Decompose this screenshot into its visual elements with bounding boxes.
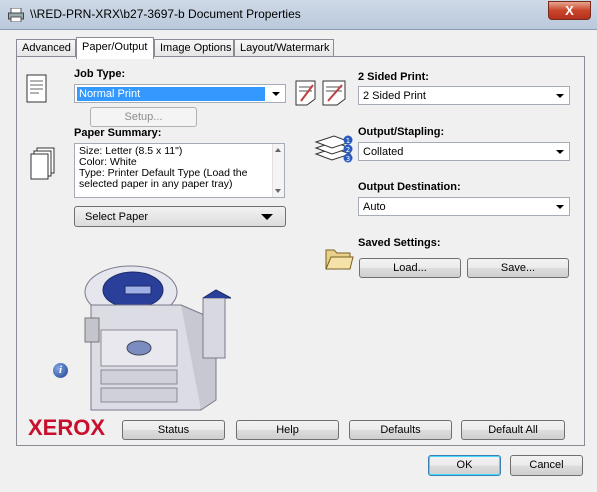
select-paper-label: Select Paper [85,211,148,223]
close-button[interactable]: X [548,1,591,20]
job-type-select[interactable]: Normal Print [74,84,286,103]
load-button[interactable]: Load... [359,258,461,278]
output-stapling-label: Output/Stapling: [358,126,445,138]
paper-summary-box: Size: Letter (8.5 x 11") Color: White Ty… [74,143,285,198]
paper-stack-icon [30,147,55,180]
setup-button[interactable]: Setup... [90,107,197,127]
chevron-down-icon [556,150,564,154]
default-all-button[interactable]: Default All [461,420,565,440]
scroll-up-icon[interactable] [275,148,281,152]
chevron-down-icon [261,214,273,220]
paper-output-panel: Job Type: Normal Print Setup... Paper Su… [16,56,585,446]
output-destination-value: Auto [363,201,386,213]
two-sided-select[interactable]: 2 Sided Print [358,86,570,105]
collate-icon: 1 2 3 [314,135,353,163]
output-stapling-value: Collated [363,146,404,158]
chevron-down-icon [556,94,564,98]
two-sided-print-icon [295,80,346,106]
saved-settings-label: Saved Settings: [358,237,441,249]
defaults-button[interactable]: Defaults [349,420,452,440]
paper-summary-line: selected paper in any paper tray) [79,178,233,190]
ok-button[interactable]: OK [428,455,501,476]
output-destination-select[interactable]: Auto [358,197,570,216]
folder-icon [325,249,354,270]
svg-text:2: 2 [346,146,350,154]
xerox-logo: XEROX [28,415,106,440]
output-stapling-select[interactable]: Collated [358,142,570,161]
info-icon[interactable]: i [53,363,68,378]
printer-illustration [84,265,231,411]
printer-icon [8,8,24,22]
two-sided-value: 2 Sided Print [363,90,426,102]
svg-text:1: 1 [346,137,350,145]
output-destination-label: Output Destination: [358,181,461,193]
chevron-down-icon [272,92,280,96]
summary-scrollbar[interactable] [272,144,284,197]
job-type-label: Job Type: [74,68,126,80]
cancel-button[interactable]: Cancel [510,455,583,476]
title-bar: \\RED-PRN-XRX\b27-3697-b Document Proper… [0,0,597,30]
scroll-down-icon[interactable] [275,189,281,193]
dialog-body: Advanced Paper/Output Image Options Layo… [0,30,597,492]
save-button[interactable]: Save... [467,258,569,278]
document-icon [26,74,47,103]
paper-summary-label: Paper Summary: [74,127,162,139]
chevron-down-icon [556,205,564,209]
two-sided-label: 2 Sided Print: [358,71,429,83]
select-paper-button[interactable]: Select Paper [74,206,286,227]
help-button[interactable]: Help [236,420,339,440]
tab-paper-output[interactable]: Paper/Output [76,37,154,59]
svg-text:3: 3 [346,155,350,163]
window-title: \\RED-PRN-XRX\b27-3697-b Document Proper… [30,7,301,21]
job-type-value: Normal Print [77,87,265,101]
status-button[interactable]: Status [122,420,225,440]
